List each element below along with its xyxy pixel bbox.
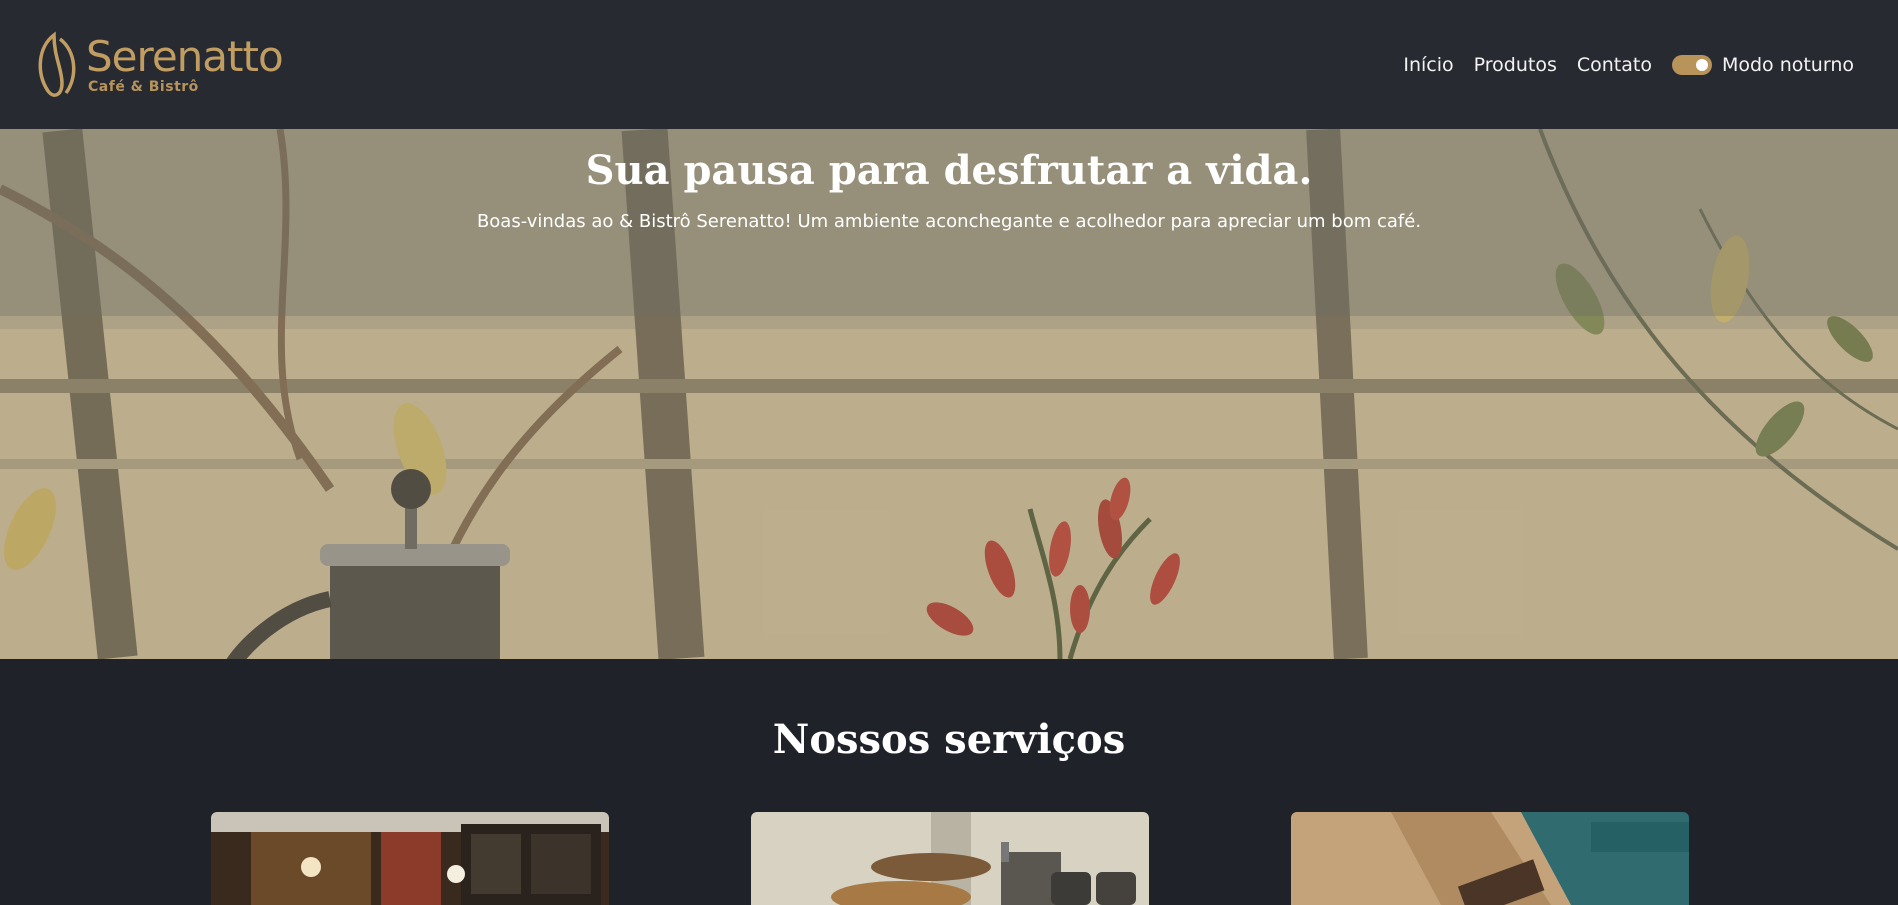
services-title: Nossos serviços [772,716,1126,763]
brand-logo[interactable]: Serenatto Café & Bistrô [32,29,284,101]
service-card-2-image [751,812,1149,905]
nav-link-inicio[interactable]: Início [1403,54,1453,76]
nav-link-contato[interactable]: Contato [1577,54,1652,76]
service-card-2[interactable] [751,812,1149,905]
service-card-3[interactable] [1291,812,1689,905]
hero-banner: Sua pausa para desfrutar a vida. Boas-vi… [0,129,1898,659]
coffee-bean-logo-icon [38,30,76,97]
hero-subtitle: Boas-vindas ao & Bistrô Serenatto! Um am… [476,211,1422,232]
brand-name: Serenatto [86,31,284,81]
nav-link-produtos[interactable]: Produtos [1474,54,1557,76]
brand-subtitle: Café & Bistrô [88,78,199,95]
service-card-1-image [211,812,609,905]
dark-mode-label: Modo noturno [1721,53,1854,76]
toggle-knob [1695,58,1708,71]
service-card-1[interactable] [211,812,609,905]
site-header: Serenatto Café & Bistrô Início Produtos … [0,0,1898,129]
hero-title: Sua pausa para desfrutar a vida. [585,147,1313,194]
dark-mode-toggle[interactable] [1671,54,1712,75]
main-nav: Início Produtos Contato Modo noturno [1403,54,1854,76]
dark-mode-control: Modo noturno [1671,53,1854,76]
service-card-3-image [1291,812,1689,905]
